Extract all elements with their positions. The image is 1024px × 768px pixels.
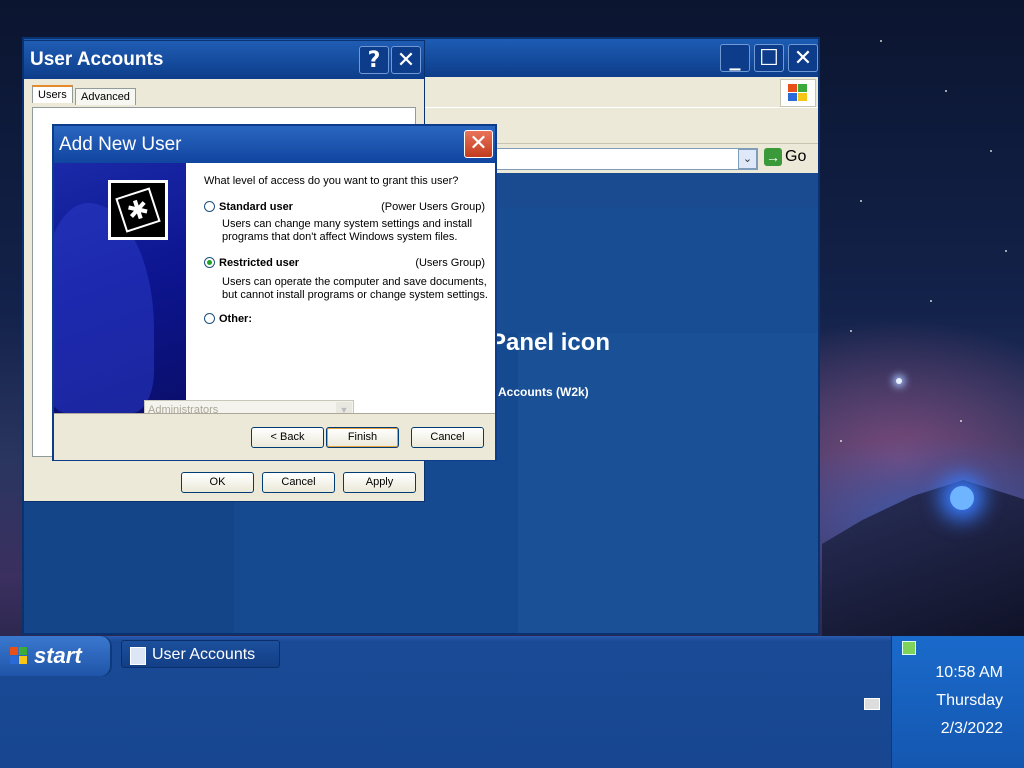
add-new-user-dialog: Add New User ✕ ✱ What level of access do…	[52, 124, 497, 461]
wizard-body: What level of access do you want to gran…	[186, 163, 495, 413]
address-input[interactable]	[494, 148, 758, 170]
go-button[interactable]: → Go	[764, 148, 814, 170]
keyboard-icon[interactable]	[864, 698, 880, 710]
maximize-button[interactable]: ☐	[754, 44, 784, 72]
radio-icon	[204, 201, 215, 212]
taskbar-item-label: User Accounts	[152, 646, 256, 663]
start-label: start	[34, 643, 82, 668]
content-panel-right	[518, 333, 818, 633]
taskbar: start User Accounts 10:58 AM Thursday 2/…	[0, 636, 1024, 768]
cancel-button[interactable]: Cancel	[262, 472, 335, 493]
apply-button[interactable]: Apply	[343, 472, 416, 493]
other-radio[interactable]: Other:	[204, 313, 252, 325]
network-icon[interactable]	[902, 641, 916, 655]
wizard-side-banner: ✱	[54, 163, 186, 413]
radio-icon	[204, 313, 215, 324]
clock-day: Thursday	[936, 692, 1003, 709]
finish-button[interactable]: Finish	[326, 427, 399, 448]
go-label: Go	[785, 148, 807, 166]
tab-users[interactable]: Users	[32, 85, 73, 103]
cancel-button[interactable]: Cancel	[411, 427, 484, 448]
option-description: Users can operate the computer and save …	[222, 276, 488, 301]
option-group: (Power Users Group)	[381, 201, 485, 213]
page-heading: Panel icon	[490, 329, 611, 356]
windows-flag-icon	[10, 647, 28, 665]
option-description: Users can change many system settings an…	[222, 218, 473, 243]
page-subheading: Accounts (W2k)	[498, 385, 589, 399]
minimize-button[interactable]: _	[720, 44, 750, 72]
radio-icon	[204, 257, 215, 268]
option-group: (Users Group)	[415, 257, 485, 269]
windows-logo-icon	[780, 79, 816, 107]
help-button[interactable]: ?	[359, 46, 389, 74]
address-dropdown-button[interactable]: ⌄	[738, 149, 757, 169]
ok-button[interactable]: OK	[181, 472, 254, 493]
wizard-footer: < Back Finish Cancel	[54, 413, 495, 460]
restricted-user-radio[interactable]: Restricted user	[204, 257, 299, 269]
wizard-title: Add New User	[54, 126, 495, 163]
option-label: Restricted user	[219, 257, 300, 269]
go-arrow-icon: →	[764, 148, 782, 166]
chevron-down-icon: ⌄	[742, 153, 753, 165]
user-keys-icon: ✱	[108, 180, 168, 240]
back-button[interactable]: < Back	[251, 427, 324, 448]
close-button[interactable]: ✕	[788, 44, 818, 72]
close-button[interactable]: ✕	[464, 130, 493, 158]
window-icon	[130, 647, 146, 665]
clock-date: 2/3/2022	[940, 720, 1003, 737]
start-button[interactable]: start	[0, 636, 112, 676]
close-button[interactable]: ✕	[391, 46, 421, 74]
clock-time[interactable]: 10:58 AM	[935, 664, 1003, 682]
taskbar-item-user-accounts[interactable]: User Accounts	[121, 640, 280, 668]
system-tray: 10:58 AM Thursday 2/3/2022	[891, 636, 1024, 768]
option-label: Standard user	[219, 201, 293, 213]
access-level-question: What level of access do you want to gran…	[204, 175, 459, 187]
standard-user-radio[interactable]: Standard user	[204, 201, 293, 213]
tab-advanced[interactable]: Advanced	[75, 88, 136, 105]
option-label: Other:	[219, 313, 252, 325]
